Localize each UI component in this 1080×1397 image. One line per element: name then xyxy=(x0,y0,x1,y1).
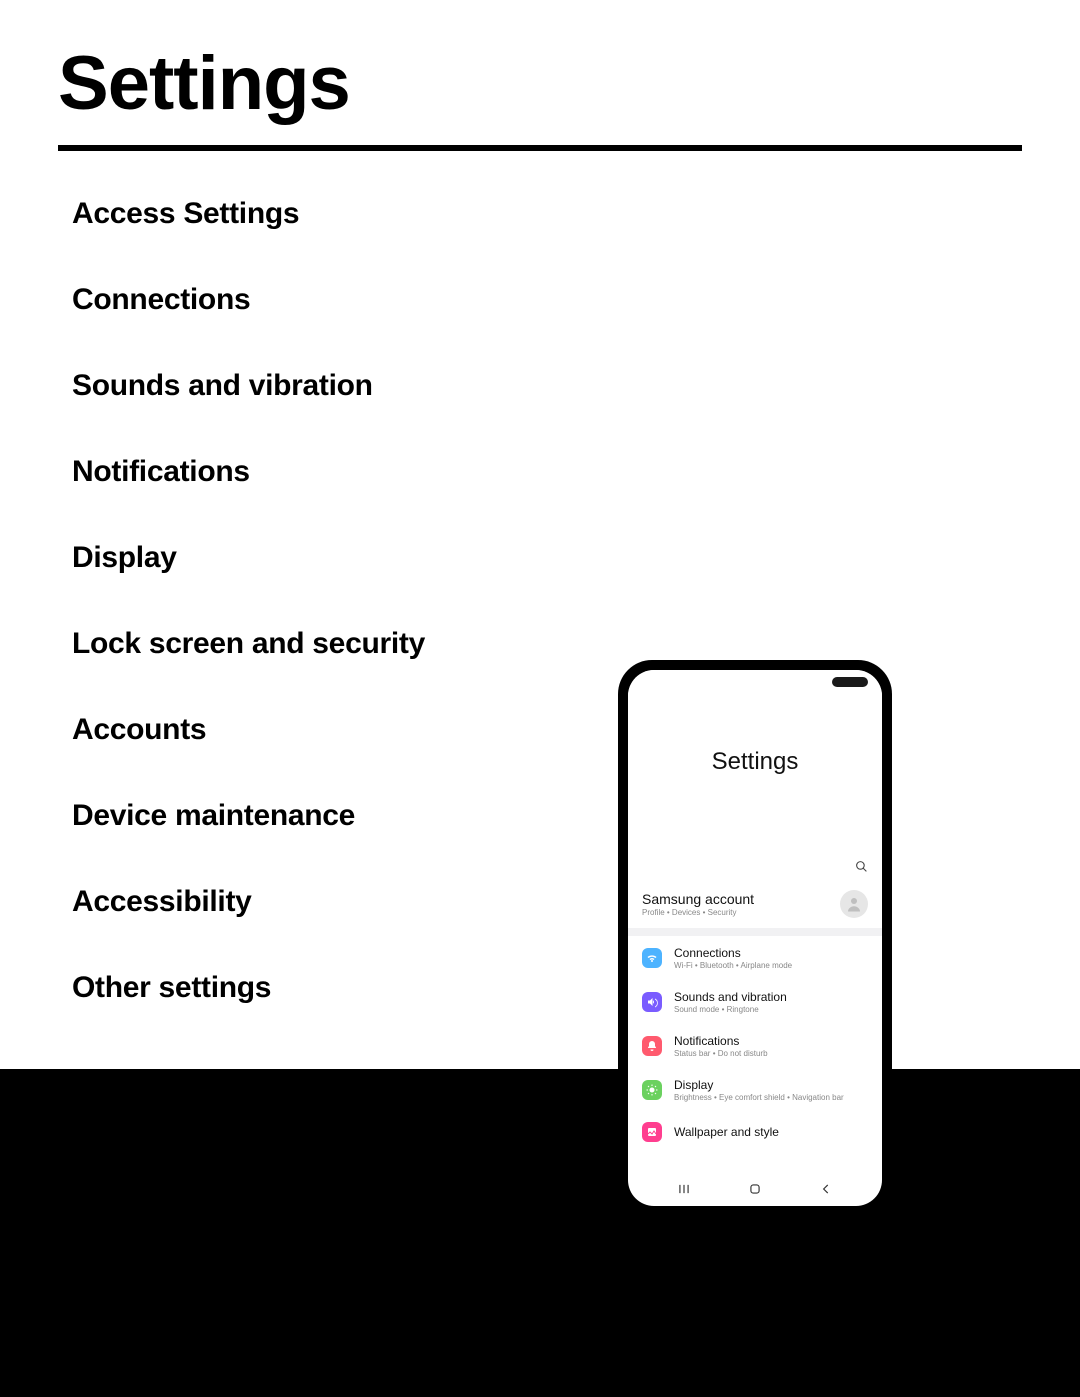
section-separator xyxy=(628,928,882,936)
row-title: Notifications xyxy=(674,1034,768,1048)
toc-item-lock-screen[interactable]: Lock screen and security xyxy=(72,627,1022,661)
settings-list: Connections Wi-Fi • Bluetooth • Airplane… xyxy=(628,936,882,1152)
row-wallpaper[interactable]: Wallpaper and style xyxy=(628,1112,882,1152)
nav-back[interactable] xyxy=(819,1182,833,1199)
row-connections[interactable]: Connections Wi-Fi • Bluetooth • Airplane… xyxy=(628,936,882,980)
toc-item-sounds[interactable]: Sounds and vibration xyxy=(72,369,1022,403)
screen-header: Settings xyxy=(628,670,882,854)
row-title: Sounds and vibration xyxy=(674,990,787,1004)
row-notifications[interactable]: Notifications Status bar • Do not distur… xyxy=(628,1024,882,1068)
nav-bar xyxy=(628,1178,882,1206)
title-rule xyxy=(58,145,1022,151)
nav-home[interactable] xyxy=(748,1182,762,1199)
row-title: Display xyxy=(674,1078,844,1092)
page-title: Settings xyxy=(58,40,1022,127)
toc-item-connections[interactable]: Connections xyxy=(72,283,1022,317)
screen-title: Settings xyxy=(712,748,799,776)
page-footer-band xyxy=(0,1069,1080,1397)
wifi-icon xyxy=(642,948,662,968)
bell-icon xyxy=(642,1036,662,1056)
row-title: Wallpaper and style xyxy=(674,1125,779,1139)
account-row[interactable]: Samsung account Profile • Devices • Secu… xyxy=(628,884,882,928)
wallpaper-icon xyxy=(642,1122,662,1142)
row-sounds[interactable]: Sounds and vibration Sound mode • Ringto… xyxy=(628,980,882,1024)
toc-item-display[interactable]: Display xyxy=(72,541,1022,575)
phone-frame: Settings Samsung account Profile • Devic… xyxy=(618,660,892,1216)
row-subtitle: Status bar • Do not disturb xyxy=(674,1049,768,1058)
display-icon xyxy=(642,1080,662,1100)
search-icon[interactable] xyxy=(855,860,868,873)
nav-recents[interactable] xyxy=(677,1182,691,1199)
toc-item-access-settings[interactable]: Access Settings xyxy=(72,197,1022,231)
sound-icon xyxy=(642,992,662,1012)
row-subtitle: Wi-Fi • Bluetooth • Airplane mode xyxy=(674,961,792,970)
row-subtitle: Sound mode • Ringtone xyxy=(674,1005,787,1014)
account-subtitle: Profile • Devices • Security xyxy=(642,908,754,917)
search-row xyxy=(628,854,882,884)
toc-item-notifications[interactable]: Notifications xyxy=(72,455,1022,489)
account-title: Samsung account xyxy=(642,891,754,907)
avatar xyxy=(840,890,868,918)
row-title: Connections xyxy=(674,946,792,960)
row-display[interactable]: Display Brightness • Eye comfort shield … xyxy=(628,1068,882,1112)
row-subtitle: Brightness • Eye comfort shield • Naviga… xyxy=(674,1093,844,1102)
phone-screen: Settings Samsung account Profile • Devic… xyxy=(628,670,882,1206)
